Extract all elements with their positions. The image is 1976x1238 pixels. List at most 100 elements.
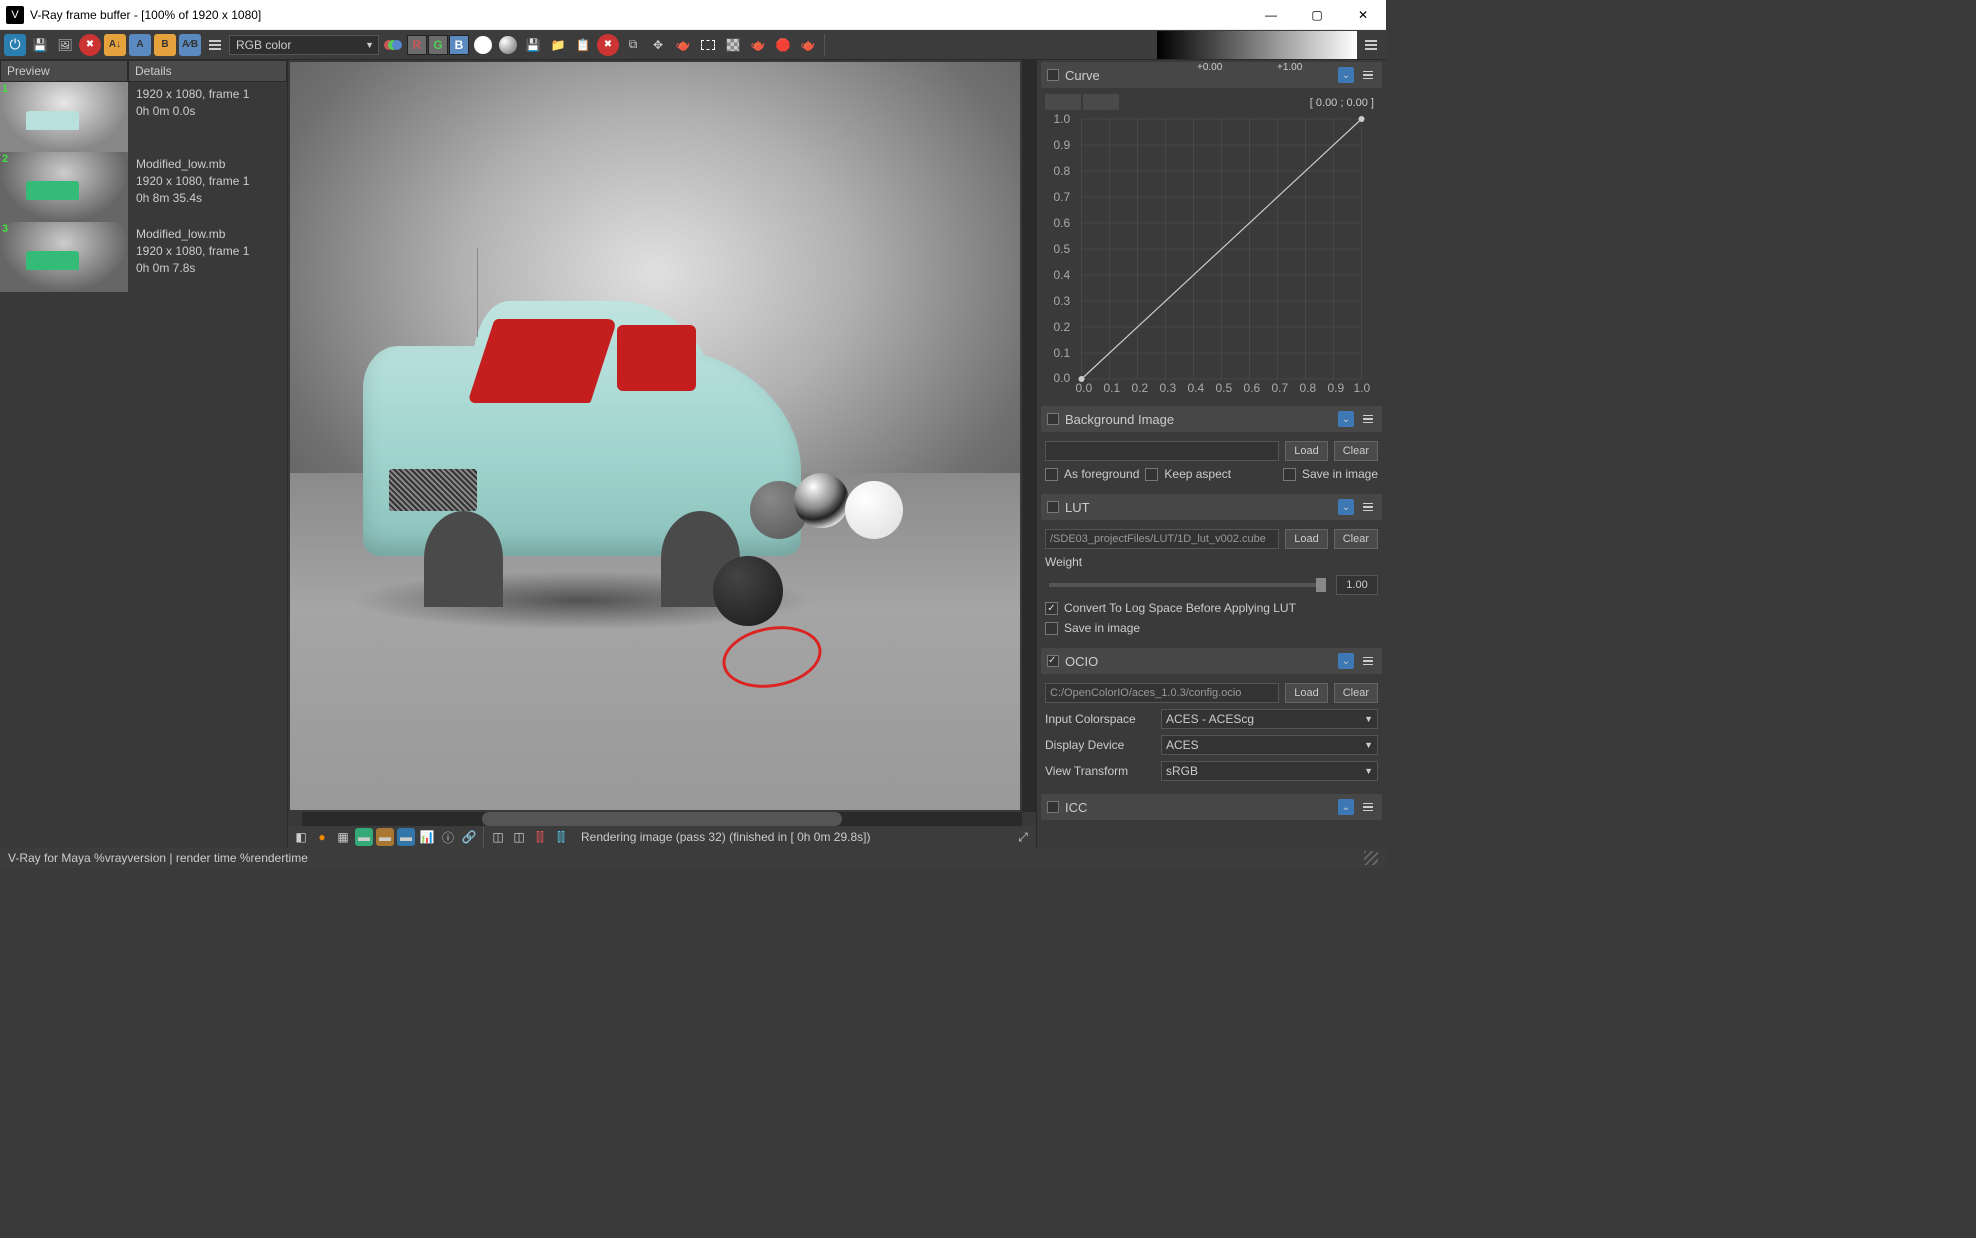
icc-header[interactable]: ICC ⌄ (1041, 794, 1382, 820)
channel-select[interactable]: RGB color▼ (229, 35, 379, 55)
chevron-down-icon[interactable]: ⌄ (1338, 411, 1354, 427)
teapot-icon[interactable]: 🫖 (797, 34, 819, 56)
teapot-link-icon[interactable]: 🫖 (672, 34, 694, 56)
ocio-load-button[interactable]: Load (1285, 683, 1327, 703)
chevron-down-icon: ▼ (365, 40, 374, 50)
viewport-hscroll[interactable] (302, 812, 1022, 826)
icc-enable-checkbox[interactable] (1047, 801, 1059, 813)
minimize-button[interactable]: — (1248, 0, 1294, 30)
pick-icon[interactable]: ● (313, 828, 331, 846)
chevron-down-icon[interactable]: ⌄ (1338, 653, 1354, 669)
swatch3-icon[interactable]: ▬ (397, 828, 415, 846)
clipboard-icon[interactable]: 📋 (572, 34, 594, 56)
mono-grey-icon[interactable] (497, 34, 519, 56)
ocio-input-colorspace-select[interactable]: ACES - ACEScg▼ (1161, 709, 1378, 729)
lut-weight-value[interactable]: 1.00 (1336, 575, 1378, 595)
power-button[interactable]: ⏻ (4, 34, 26, 56)
maximize-button[interactable]: ▢ (1294, 0, 1340, 30)
expand-icon[interactable]: ⤢ (1014, 828, 1032, 846)
save-img-icon[interactable]: 💾 (522, 34, 544, 56)
chevron-down-icon[interactable]: ⌄ (1338, 499, 1354, 515)
histogram-display[interactable]: +0.00 +1.00 (1157, 31, 1357, 59)
ocio-path-input[interactable]: C:/OpenColorIO/aces_1.0.3/config.ocio (1045, 683, 1279, 703)
panel-menu-icon[interactable] (1360, 68, 1376, 83)
right-menu-icon[interactable] (1360, 34, 1382, 56)
curve-tab-1[interactable] (1045, 94, 1081, 110)
panel-menu-icon[interactable] (1360, 500, 1376, 515)
lut-load-button[interactable]: Load (1285, 529, 1327, 549)
chevron-down-icon[interactable]: ⌄ (1338, 67, 1354, 83)
blue-channel-button[interactable]: B (449, 35, 469, 55)
swatch1-icon[interactable]: ▬ (355, 828, 373, 846)
grid-icon[interactable]: ▦ (334, 828, 352, 846)
ocio-enable-checkbox[interactable] (1047, 655, 1059, 667)
viewport-vscroll[interactable] (1022, 60, 1036, 812)
a-button[interactable]: A (129, 34, 151, 56)
venn-icon[interactable] (382, 34, 404, 56)
link-icon[interactable]: 🔗 (460, 828, 478, 846)
bg-asfg-checkbox[interactable] (1045, 468, 1058, 481)
ocio-title: OCIO (1065, 654, 1332, 669)
ocio-view-transform-select[interactable]: sRGB▼ (1161, 761, 1378, 781)
level-icon[interactable]: ◧ (292, 828, 310, 846)
info-icon[interactable]: ⓘ (439, 828, 457, 846)
hamburger-icon[interactable] (204, 34, 226, 56)
bg-header[interactable]: Background Image ⌄ (1041, 406, 1382, 432)
swatch2-icon[interactable]: ▬ (376, 828, 394, 846)
lut-clear-button[interactable]: Clear (1334, 529, 1378, 549)
mono-white-icon[interactable] (472, 34, 494, 56)
chevron-down-icon[interactable]: ⌄ (1338, 799, 1354, 815)
bg-clear-button[interactable]: Clear (1334, 441, 1378, 461)
lut-save-checkbox[interactable] (1045, 622, 1058, 635)
move-icon[interactable]: ✥ (647, 34, 669, 56)
bg-enable-checkbox[interactable] (1047, 413, 1059, 425)
b-button[interactable]: B (154, 34, 176, 56)
ocio-display-device-select[interactable]: ACES▼ (1161, 735, 1378, 755)
save-icon[interactable]: 💾 (29, 34, 51, 56)
panel-menu-icon[interactable] (1360, 800, 1376, 815)
ocio-clear-button[interactable]: Clear (1334, 683, 1378, 703)
bg-load-button[interactable]: Load (1285, 441, 1327, 461)
lut-path-input[interactable]: /SDE03_projectFiles/LUT/1D_lut_v002.cube (1045, 529, 1279, 549)
histogram-icon[interactable]: 📊 (418, 828, 436, 846)
curve-enable-checkbox[interactable] (1047, 69, 1059, 81)
history-item-1[interactable]: 1 1920 x 1080, frame 10h 0m 0.0s (0, 82, 287, 152)
clear-icon[interactable]: ✖ (79, 34, 101, 56)
lut-weight-slider[interactable] (1049, 583, 1326, 587)
bg-keep-checkbox[interactable] (1145, 468, 1158, 481)
duplicate-icon[interactable]: ⧉ (622, 34, 644, 56)
stop-icon[interactable]: 🛑 (772, 34, 794, 56)
lut-enable-checkbox[interactable] (1047, 501, 1059, 513)
region1-icon[interactable]: ◫ (489, 828, 507, 846)
a-store-button[interactable]: A↓ (104, 34, 126, 56)
compare-h-icon[interactable]: ⫿⫿ (531, 828, 549, 846)
close-button[interactable]: ✕ (1340, 0, 1386, 30)
titlebar[interactable]: V V-Ray frame buffer - [100% of 1920 x 1… (0, 0, 1386, 30)
region2-icon[interactable]: ◫ (510, 828, 528, 846)
panel-menu-icon[interactable] (1360, 412, 1376, 427)
red-channel-button[interactable]: R (407, 35, 427, 55)
checker-icon[interactable] (722, 34, 744, 56)
curve-tab-2[interactable] (1083, 94, 1119, 110)
region-icon[interactable] (697, 34, 719, 56)
resize-grip-icon[interactable] (1364, 851, 1378, 865)
bg-save-checkbox[interactable] (1283, 468, 1296, 481)
history-item-2[interactable]: 2 Modified_low.mb1920 x 1080, frame 10h … (0, 152, 287, 222)
curve-editor[interactable]: 1.00.90.80.70.60.50.40.30.20.10.0 0.00.1… (1047, 114, 1376, 394)
details-header[interactable]: Details (128, 60, 287, 82)
delete-icon[interactable]: ✖ (597, 34, 619, 56)
save-all-icon[interactable]: 🖼 (54, 34, 76, 56)
teapot-add-icon[interactable]: 🫖 (747, 34, 769, 56)
green-channel-button[interactable]: G (428, 35, 448, 55)
lut-header[interactable]: LUT ⌄ (1041, 494, 1382, 520)
ab-compare-button[interactable]: A⁄B (179, 34, 201, 56)
bg-path-input[interactable] (1045, 441, 1279, 461)
compare-v-icon[interactable]: ⫿⫿ (552, 828, 570, 846)
render-viewport[interactable] (290, 62, 1020, 810)
preview-header[interactable]: Preview (0, 60, 128, 82)
history-item-3[interactable]: 3 Modified_low.mb1920 x 1080, frame 10h … (0, 222, 287, 292)
lut-convert-checkbox[interactable] (1045, 602, 1058, 615)
ocio-header[interactable]: OCIO ⌄ (1041, 648, 1382, 674)
open-folder-icon[interactable]: 📁 (547, 34, 569, 56)
panel-menu-icon[interactable] (1360, 654, 1376, 669)
